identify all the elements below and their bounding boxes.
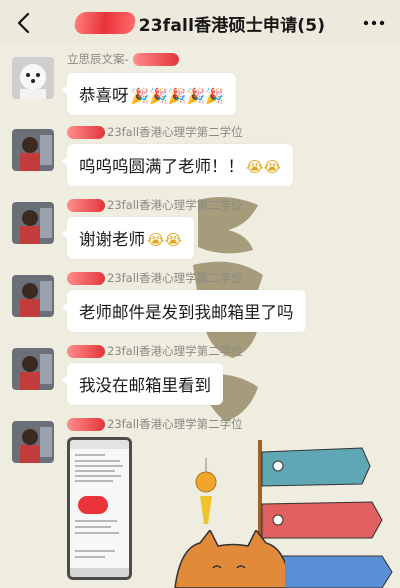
user-photo-avatar-icon	[12, 421, 54, 463]
screenshot-thumbnail	[70, 440, 129, 577]
avatar[interactable]	[12, 57, 54, 99]
background-cat-art	[174, 530, 285, 588]
sender-name: 23fall香港心理学第二学位	[67, 197, 243, 213]
sender-name: 立思辰文案-	[67, 51, 181, 67]
user-photo-avatar-icon	[12, 202, 54, 244]
sender-name-text: 23fall香港心理学第二学位	[107, 271, 243, 285]
user-photo-avatar-icon	[12, 275, 54, 317]
sender-name-text: 立思辰文案-	[67, 52, 129, 66]
message-bubble[interactable]: 谢谢老师 😭😭	[61, 217, 195, 259]
sender-name-text: 23fall香港心理学第二学位	[107, 198, 243, 212]
sender-name: 23fall香港心理学第二学位	[67, 270, 243, 286]
sender-redaction-mark	[67, 417, 105, 431]
screenshot-redaction-mark	[78, 496, 108, 514]
sender-redaction-mark	[132, 52, 179, 66]
sender-redaction-mark	[67, 271, 105, 285]
message-text: 呜呜呜圆满了老师！！	[79, 157, 244, 176]
sender-name-text: 23fall香港心理学第二学位	[107, 344, 243, 358]
party-popper-emoji: 🎉🎉🎉🎉🎉	[130, 87, 224, 105]
message-text: 恭喜呀	[79, 86, 129, 105]
dog-avatar-icon	[12, 57, 54, 99]
chevron-left-icon	[17, 12, 30, 34]
back-button[interactable]	[8, 7, 38, 39]
sender-redaction-mark	[67, 198, 105, 212]
message-text: 我没在邮箱里看到	[79, 376, 211, 395]
sender-redaction-mark	[67, 125, 105, 139]
chat-header: 23fall香港硕士申请(5)	[0, 0, 400, 46]
sender-name-text: 23fall香港心理学第二学位	[107, 417, 243, 431]
more-options-button[interactable]	[360, 12, 388, 34]
message-text: 老师邮件是发到我邮箱里了吗	[79, 303, 294, 322]
sender-name: 23fall香港心理学第二学位	[67, 343, 243, 359]
crying-face-emoji: 😭😭	[147, 231, 183, 249]
avatar[interactable]	[12, 348, 54, 390]
background-charm-art	[195, 458, 217, 524]
sender-name-text: 23fall香港心理学第二学位	[107, 125, 243, 139]
message-text: 谢谢老师	[79, 230, 145, 249]
image-message-screenshot[interactable]	[67, 437, 132, 580]
chat-title-area: 23fall香港硕士申请(5)	[73, 11, 326, 36]
crying-face-emoji: 😭😭	[246, 158, 282, 176]
avatar[interactable]	[12, 421, 54, 463]
avatar[interactable]	[12, 275, 54, 317]
sender-redaction-mark	[67, 344, 105, 358]
user-photo-avatar-icon	[12, 129, 54, 171]
avatar[interactable]	[12, 129, 54, 171]
chat-title: 23fall香港硕士申请(5)	[138, 15, 326, 36]
message-bubble[interactable]: 呜呜呜圆满了老师！！ 😭😭	[61, 144, 294, 186]
sender-name: 23fall香港心理学第二学位	[67, 416, 243, 432]
sender-name: 23fall香港心理学第二学位	[67, 124, 243, 140]
avatar[interactable]	[12, 202, 54, 244]
message-bubble[interactable]: 老师邮件是发到我邮箱里了吗	[62, 290, 306, 332]
message-bubble[interactable]: 恭喜呀 🎉🎉🎉🎉🎉	[62, 73, 236, 115]
title-redaction-mark	[73, 12, 137, 34]
more-dots-icon	[363, 20, 385, 26]
message-bubble[interactable]: 我没在邮箱里看到	[62, 363, 223, 405]
user-photo-avatar-icon	[12, 348, 54, 390]
